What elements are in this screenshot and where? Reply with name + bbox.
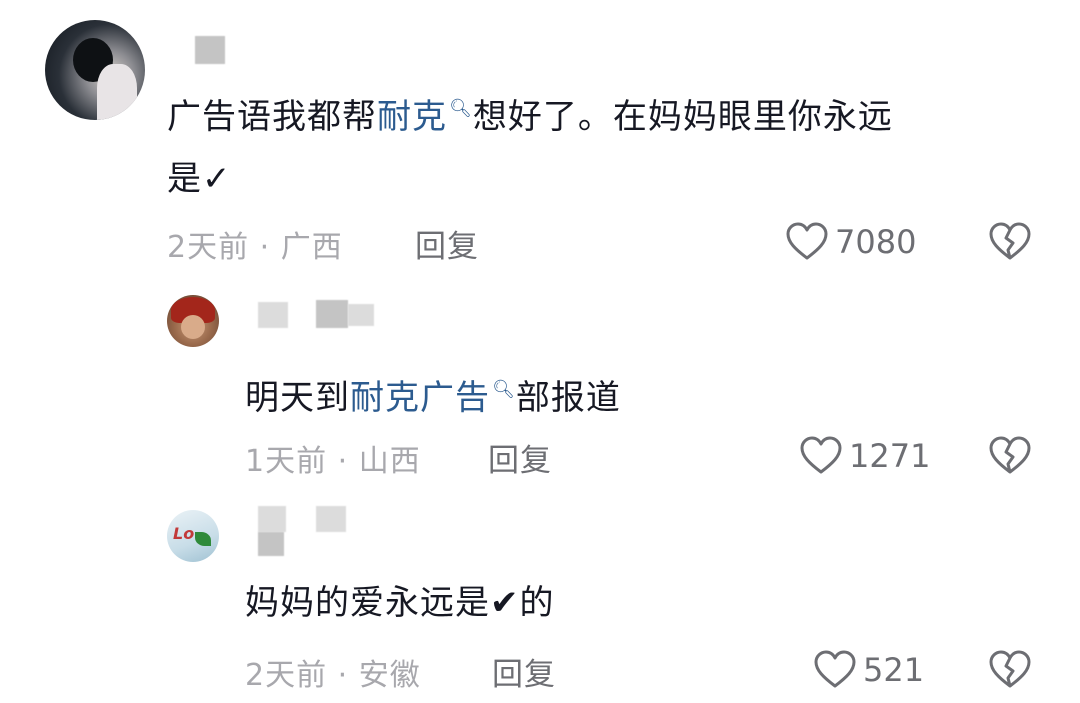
- dislike-button[interactable]: [988, 436, 1032, 480]
- avatar[interactable]: [45, 20, 145, 120]
- heart-icon: [786, 222, 828, 260]
- comment-text: 妈妈的爱永远是✔的: [245, 583, 555, 623]
- time-location: 2天前 · 广西: [167, 230, 343, 265]
- reply-button[interactable]: 回复: [488, 435, 552, 480]
- comment-text: 广告语我都帮耐克 🔍︎想好了。在妈妈眼里你永远: [167, 97, 893, 137]
- check-mark: ✔: [490, 583, 520, 623]
- dislike-button[interactable]: [988, 650, 1032, 694]
- check-mark: ✓: [202, 159, 232, 199]
- heart-icon: [814, 650, 856, 688]
- like-count: 7080: [835, 223, 917, 261]
- username-redacted: [316, 506, 346, 532]
- comment-text: 明天到耐克广告 🔍︎部报道: [245, 378, 621, 418]
- like-count: 1271: [849, 437, 931, 475]
- time-location: 2天前 · 安徽: [245, 658, 421, 693]
- broken-heart-icon: [989, 222, 1031, 260]
- time-location: 1天前 · 山西: [245, 444, 421, 479]
- reply-button[interactable]: 回复: [492, 649, 556, 694]
- like-button[interactable]: 1271: [799, 436, 930, 476]
- avatar[interactable]: Lo: [167, 510, 219, 562]
- avatar[interactable]: [167, 295, 219, 347]
- like-count: 521: [863, 651, 925, 689]
- like-button[interactable]: 7080: [785, 222, 916, 262]
- broken-heart-icon: [989, 436, 1031, 474]
- search-icon: 🔍︎: [492, 379, 516, 400]
- keyword-link[interactable]: 耐克 🔍︎: [377, 97, 473, 137]
- broken-heart-icon: [989, 650, 1031, 688]
- search-icon: 🔍︎: [449, 98, 473, 119]
- username-redacted[interactable]: [258, 302, 288, 328]
- heart-icon: [800, 436, 842, 474]
- reply-button[interactable]: 回复: [415, 221, 479, 266]
- keyword-link[interactable]: 耐克广告 🔍︎: [350, 378, 516, 418]
- dislike-button[interactable]: [988, 222, 1032, 266]
- username-redacted[interactable]: [195, 36, 225, 64]
- username-redacted[interactable]: [316, 300, 348, 328]
- username-redacted[interactable]: [258, 506, 286, 532]
- username-redacted: [348, 304, 374, 326]
- username-redacted: [258, 532, 284, 556]
- like-button[interactable]: 521: [813, 650, 924, 690]
- comment-text-line2: 是✓: [167, 159, 232, 199]
